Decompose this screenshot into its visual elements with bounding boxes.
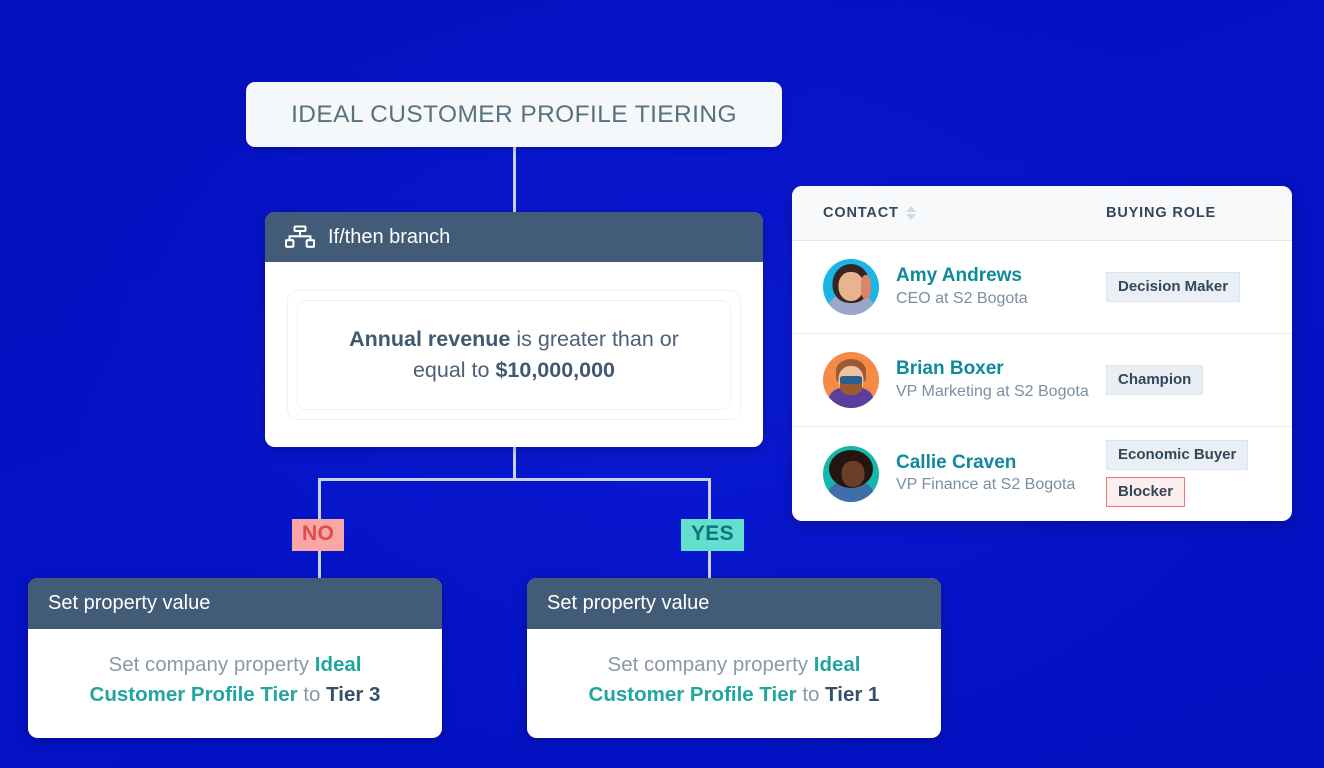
- contact-info: Amy Andrews CEO at S2 Bogota: [896, 264, 1028, 310]
- contacts-table-header: CONTACT BUYING ROLE: [792, 186, 1292, 241]
- buying-role-cell: Economic Buyer Blocker: [1106, 440, 1261, 507]
- condition-property: Annual revenue: [349, 326, 511, 351]
- action-no-prefix: Set company property: [108, 652, 315, 676]
- contact-cell: Brian Boxer VP Marketing at S2 Bogota: [823, 352, 1106, 408]
- contact-info: Callie Craven VP Finance at S2 Bogota: [896, 451, 1075, 497]
- condition-inner-frame[interactable]: Annual revenue is greater than or equal …: [297, 299, 731, 410]
- contact-cell: Amy Andrews CEO at S2 Bogota: [823, 259, 1106, 315]
- action-no-middle: to: [297, 682, 327, 706]
- column-header-contact[interactable]: CONTACT: [823, 205, 1106, 221]
- condition-text: Annual revenue is greater than or equal …: [324, 324, 704, 385]
- branch-card-header: If/then branch: [265, 212, 763, 262]
- action-yes-text: Set company property Ideal Customer Prof…: [557, 650, 911, 710]
- contact-name[interactable]: Amy Andrews: [896, 264, 1028, 288]
- action-yes-header: Set property value: [527, 578, 941, 629]
- avatar: [823, 445, 879, 502]
- status-badge[interactable]: Champion: [1106, 365, 1204, 395]
- action-card-yes[interactable]: Set property value Set company property …: [527, 578, 941, 738]
- contact-cell: Callie Craven VP Finance at S2 Bogota: [823, 445, 1106, 502]
- condition-value: $10,000,000: [495, 357, 616, 382]
- connector-branch-stem: [513, 447, 516, 480]
- action-yes-middle: to: [796, 682, 826, 706]
- table-row[interactable]: Amy Andrews CEO at S2 Bogota Decision Ma…: [792, 241, 1292, 334]
- avatar: [823, 259, 879, 315]
- action-no-body: Set company property Ideal Customer Prof…: [28, 629, 442, 738]
- page-title: IDEAL CUSTOMER PROFILE TIERING: [291, 100, 737, 128]
- column-header-buying-role[interactable]: BUYING ROLE: [1106, 205, 1261, 221]
- contact-name[interactable]: Brian Boxer: [896, 357, 1089, 381]
- status-badge-alert[interactable]: Blocker: [1106, 477, 1186, 507]
- status-badge[interactable]: Decision Maker: [1106, 272, 1241, 302]
- action-no-header: Set property value: [28, 578, 442, 629]
- condition-outer-frame: Annual revenue is greater than or equal …: [287, 289, 741, 420]
- buying-role-cell: Champion: [1106, 365, 1261, 395]
- action-yes-value: Tier 1: [825, 682, 880, 706]
- action-no-text: Set company property Ideal Customer Prof…: [58, 650, 412, 710]
- workflow-canvas: IDEAL CUSTOMER PROFILE TIERING If/then b…: [0, 0, 1324, 768]
- branch-card-header-label: If/then branch: [328, 225, 451, 248]
- contact-title: CEO at S2 Bogota: [896, 289, 1028, 307]
- branch-card-body: Annual revenue is greater than or equal …: [265, 262, 763, 447]
- action-yes-header-label: Set property value: [547, 592, 710, 614]
- avatar: [823, 352, 879, 408]
- table-row[interactable]: Callie Craven VP Finance at S2 Bogota Ec…: [792, 427, 1292, 520]
- branch-label-no: NO: [292, 519, 345, 551]
- buying-role-cell: Decision Maker: [1106, 272, 1261, 302]
- sort-arrows-icon[interactable]: [905, 206, 916, 220]
- if-then-branch-card[interactable]: If/then branch Annual revenue is greater…: [265, 212, 763, 447]
- contact-name[interactable]: Callie Craven: [896, 451, 1075, 475]
- action-no-header-label: Set property value: [48, 592, 211, 614]
- column-header-buying-role-label: BUYING ROLE: [1106, 205, 1217, 221]
- page-title-card: IDEAL CUSTOMER PROFILE TIERING: [246, 82, 782, 147]
- connector-horizontal-bar: [318, 478, 711, 481]
- action-yes-prefix: Set company property: [607, 652, 814, 676]
- contact-title: VP Finance at S2 Bogota: [896, 476, 1076, 494]
- branch-hierarchy-icon: [285, 225, 315, 249]
- action-yes-body: Set company property Ideal Customer Prof…: [527, 629, 941, 738]
- column-header-contact-label: CONTACT: [823, 205, 899, 221]
- table-row[interactable]: Brian Boxer VP Marketing at S2 Bogota Ch…: [792, 334, 1292, 427]
- contact-info: Brian Boxer VP Marketing at S2 Bogota: [896, 357, 1089, 403]
- branch-label-yes: YES: [681, 519, 744, 551]
- action-no-value: Tier 3: [326, 682, 381, 706]
- contacts-panel: CONTACT BUYING ROLE Amy Andrews CEO at S…: [792, 186, 1292, 521]
- connector-title-to-branch: [513, 147, 516, 213]
- action-card-no[interactable]: Set property value Set company property …: [28, 578, 442, 738]
- status-badge[interactable]: Economic Buyer: [1106, 440, 1249, 470]
- contact-title: VP Marketing at S2 Bogota: [896, 382, 1089, 400]
